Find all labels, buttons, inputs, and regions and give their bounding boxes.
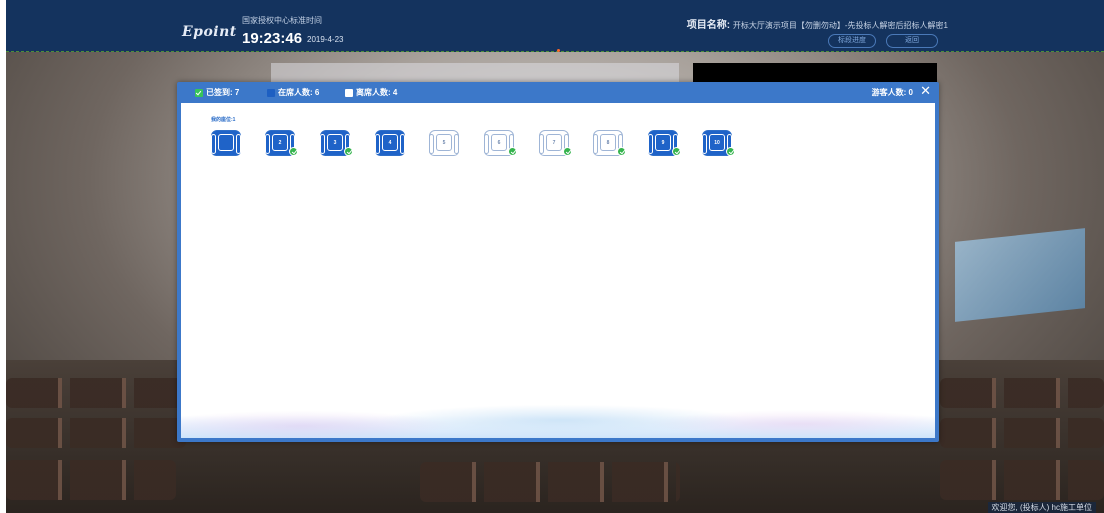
signed-in-stat: 已签到: 7	[195, 87, 239, 98]
modal-body: 我的座位:1 2 3 4 5 6 7 8 9 10	[181, 103, 935, 438]
visitor-count: 游客人数: 0	[871, 88, 913, 97]
checked-in-icon	[563, 147, 572, 156]
seat-chair-icon: 9	[648, 130, 681, 156]
project-info: 项目名称: 开标大厅演示项目【勿删勿动】-先投标人解密后招标人解密1	[687, 16, 948, 31]
seat-number: 8	[600, 134, 616, 151]
checked-in-icon	[726, 147, 735, 156]
absent-count: 离席人数: 4	[356, 88, 398, 97]
check-icon	[195, 88, 203, 97]
seat-chair-icon	[211, 130, 241, 156]
seat-number: 4	[382, 134, 398, 151]
checked-in-icon	[617, 147, 626, 156]
close-icon[interactable]: ✕	[920, 84, 931, 98]
seat-number: 6	[491, 134, 507, 151]
progress-button[interactable]: 标段进度	[828, 34, 876, 48]
indicator-dot	[557, 49, 560, 52]
present-count: 在席人数: 6	[278, 88, 320, 97]
chair-row	[6, 460, 176, 500]
project-label: 项目名称:	[686, 20, 731, 31]
seat[interactable]: 6	[484, 124, 518, 158]
seat-number	[218, 134, 234, 151]
date: 2019-4-23	[307, 35, 344, 44]
seat-number: 7	[546, 134, 562, 151]
seat[interactable]: 3	[320, 124, 354, 158]
seat[interactable]: 8	[593, 124, 627, 158]
seat[interactable]: 2	[265, 124, 299, 158]
chair-row	[940, 460, 1104, 500]
chair-row	[420, 462, 680, 502]
my-seat-label: 我的座位:1	[211, 117, 236, 123]
clock: 19:23:46	[242, 30, 303, 47]
wave-decoration	[181, 388, 935, 438]
checked-in-icon	[672, 147, 681, 156]
project-name: 开标大厅演示项目【勿删勿动】-先投标人解密后招标人解密1	[732, 21, 948, 30]
welcome-text: 欢迎您, (投标人) hc施工单位	[987, 502, 1096, 513]
checked-in-icon	[344, 147, 353, 156]
seat-number: 3	[327, 134, 343, 151]
back-button[interactable]: 返回	[886, 34, 938, 48]
epoint-logo: Epoint	[182, 24, 237, 40]
chair-row	[6, 418, 186, 448]
seat-chair-icon: 5	[429, 130, 459, 156]
seat-modal: 已签到: 7 在席人数: 6 离席人数: 4 游客人数: 0 ✕ 我的座位:1 2…	[177, 82, 939, 442]
time-label: 国家授权中心标准时间	[242, 16, 322, 25]
modal-header: 已签到: 7 在席人数: 6 离席人数: 4 游客人数: 0 ✕	[177, 82, 939, 102]
seat[interactable]: 5	[429, 124, 463, 158]
absent-stat: 离席人数: 4	[345, 87, 397, 98]
seat-chair-icon: 4	[375, 130, 405, 156]
seat-number: 10	[709, 134, 725, 151]
seat-chair-icon: 7	[539, 130, 572, 156]
seat-number: 2	[272, 134, 288, 151]
seat-chair-icon: 3	[320, 130, 353, 156]
seat-chair-icon: 8	[593, 130, 626, 156]
seat[interactable]: 9	[648, 124, 682, 158]
seat-chair-icon: 2	[265, 130, 298, 156]
seat[interactable]: 我的座位:1	[211, 117, 245, 158]
seat-number: 5	[436, 134, 452, 151]
seat[interactable]: 7	[539, 124, 573, 158]
signed-in-count: 已签到: 7	[206, 88, 240, 97]
seat[interactable]: 4	[375, 124, 409, 158]
chair-row	[940, 378, 1104, 408]
present-stat: 在席人数: 6	[267, 87, 319, 98]
checked-in-icon	[289, 147, 298, 156]
checked-in-icon	[508, 147, 517, 156]
chair-row	[940, 418, 1104, 448]
seat-chair-icon: 10	[702, 130, 735, 156]
absent-square-icon	[345, 88, 353, 97]
hall-screen	[955, 228, 1085, 322]
seat[interactable]: 10	[702, 124, 736, 158]
seat-number: 9	[655, 134, 671, 151]
seat-chair-icon: 6	[484, 130, 517, 156]
present-square-icon	[267, 88, 275, 97]
top-header: Epoint 国家授权中心标准时间 19:23:46 2019-4-23 项目名…	[6, 0, 1104, 52]
